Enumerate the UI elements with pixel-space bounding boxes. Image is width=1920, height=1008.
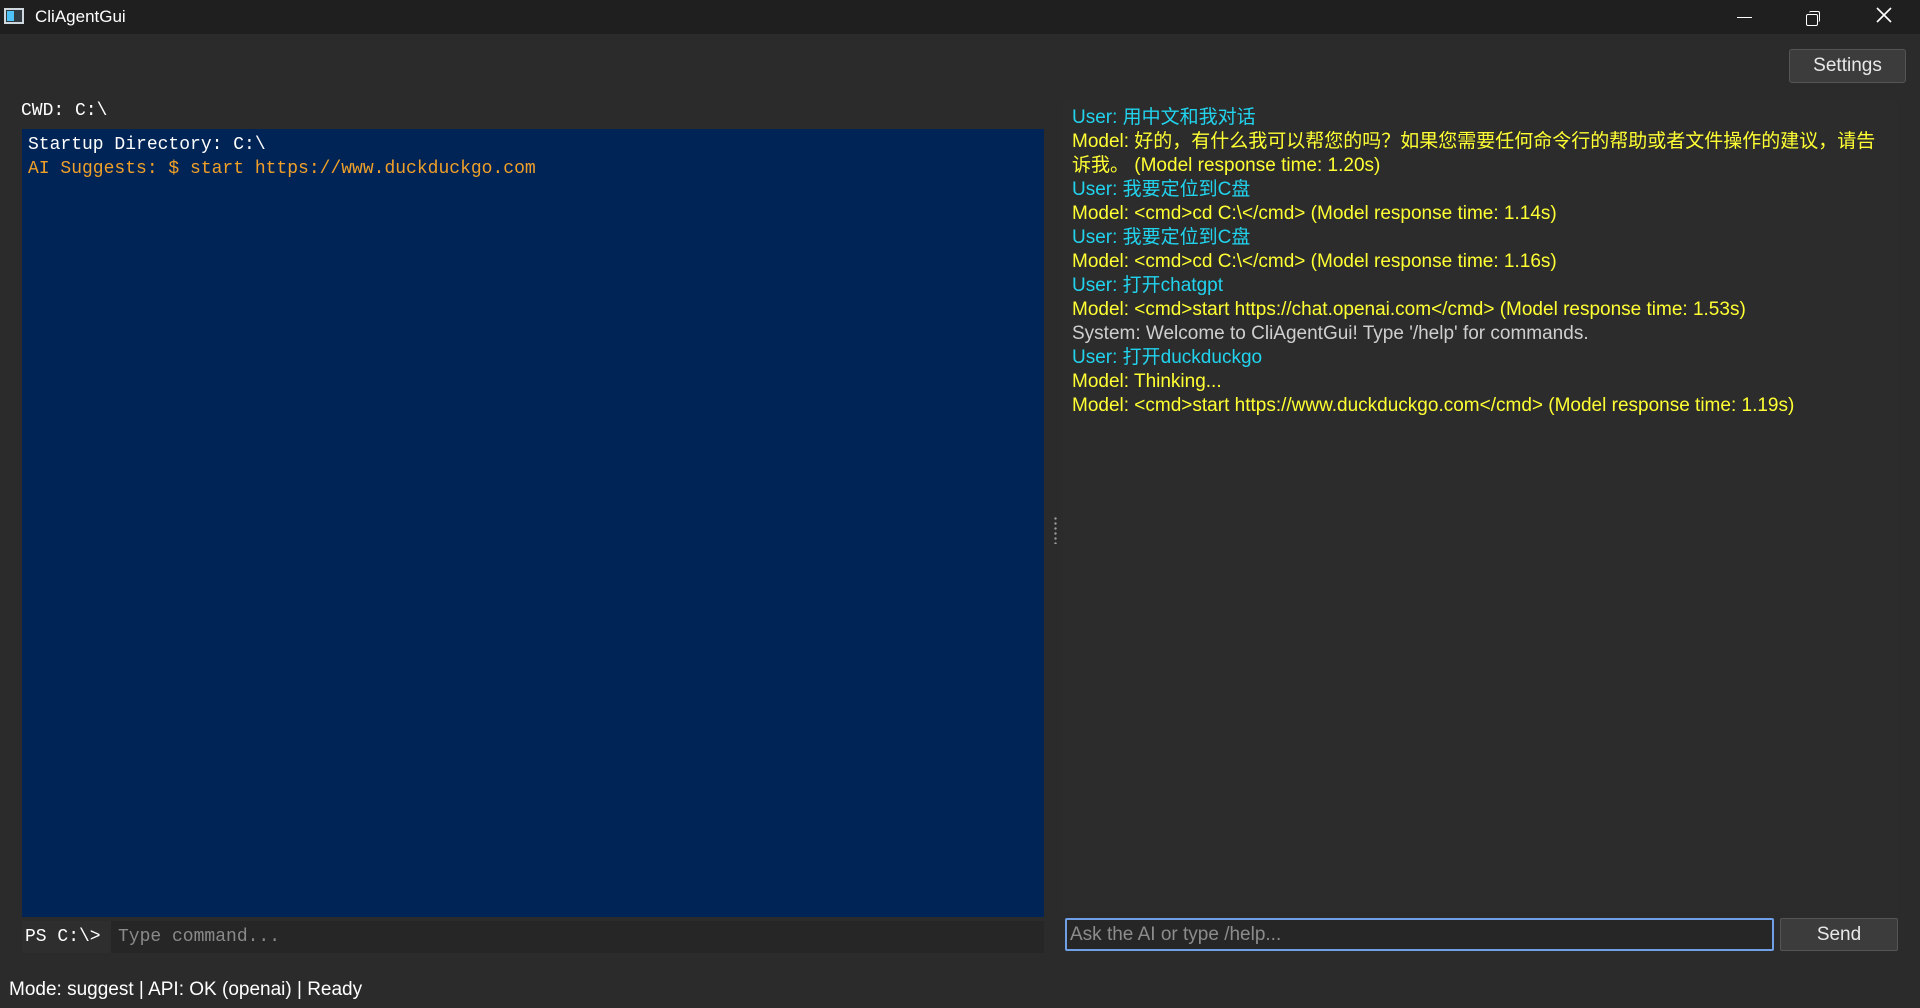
terminal-line: Startup Directory: C:\ (28, 135, 266, 155)
send-button[interactable]: Send (1780, 918, 1898, 951)
command-input[interactable] (111, 921, 1044, 953)
chat-message-model: Model: Thinking... (1072, 371, 1222, 392)
chat-message-model: Model: <cmd>cd C:\</cmd> (Model response… (1072, 251, 1557, 272)
app-icon (4, 8, 24, 24)
grip-icon (1054, 516, 1057, 544)
chat-message-user: User: 打开chatgpt (1072, 275, 1223, 296)
terminal-output[interactable]: Startup Directory: C:\ AI Suggests: $ st… (22, 129, 1044, 917)
close-icon (1876, 6, 1892, 28)
ask-ai-input[interactable] (1065, 918, 1774, 951)
command-row: PS C:\> (22, 921, 1044, 953)
chat-message-user: User: 我要定位到C盘 (1072, 179, 1251, 200)
status-bar: Mode: suggest | API: OK (openai) | Ready (9, 979, 363, 1000)
chat-log[interactable]: User: 用中文和我对话 Model: 好的，有什么我可以帮您的吗？如果您需要… (1063, 100, 1898, 912)
chat-message-model: Model: <cmd>cd C:\</cmd> (Model response… (1072, 203, 1557, 224)
chat-message-user: User: 我要定位到C盘 (1072, 227, 1251, 248)
terminal-line: AI Suggests: $ start https://www.duckduc… (28, 159, 536, 179)
minimize-button[interactable] (1710, 0, 1778, 34)
shell-prompt: PS C:\> (25, 927, 101, 947)
minimize-icon (1736, 16, 1752, 18)
window-title: CliAgentGui (35, 7, 126, 26)
title-bar: CliAgentGui (0, 0, 1920, 34)
chat-message-user: User: 用中文和我对话 (1072, 107, 1256, 128)
cwd-label: CWD: C:\ (21, 101, 108, 121)
chat-message-user: User: 打开duckduckgo (1072, 347, 1263, 368)
chat-message-model: Model: 好的，有什么我可以帮您的吗？如果您需要任何命令行的帮助或者文件操作… (1072, 131, 1876, 176)
restore-button[interactable] (1778, 0, 1846, 34)
settings-button[interactable]: Settings (1789, 49, 1906, 83)
chat-message-system: System: Welcome to CliAgentGui! Type '/h… (1072, 323, 1589, 344)
chat-message-model: Model: <cmd>start https://chat.openai.co… (1072, 299, 1746, 320)
close-button[interactable] (1850, 0, 1918, 34)
chat-message-model: Model: <cmd>start https://www.duckduckgo… (1072, 395, 1795, 416)
restore-icon (1805, 10, 1820, 26)
panel-splitter[interactable] (1051, 100, 1061, 955)
